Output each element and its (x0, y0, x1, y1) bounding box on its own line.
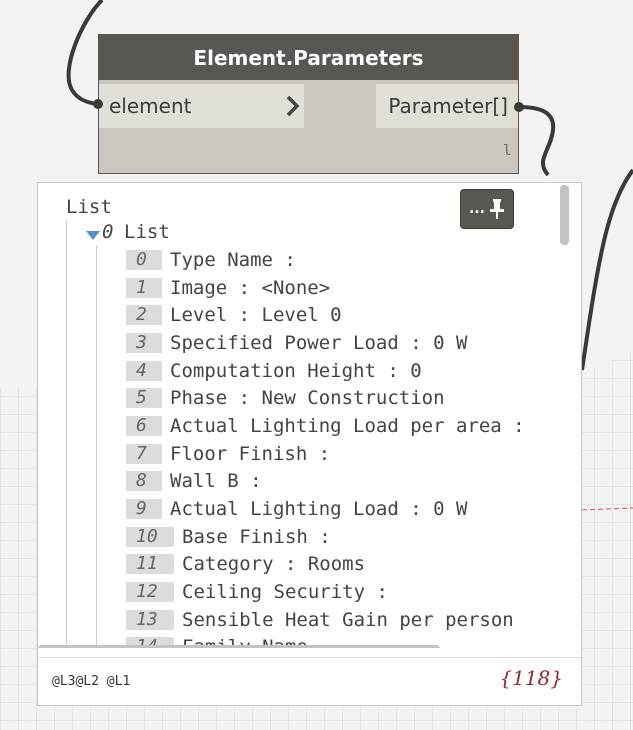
tree-guide-line (66, 221, 67, 648)
watch-preview-panel: List 0 List 0 Type Name : 1 Image : <Non… (37, 182, 582, 706)
item-index: 3 (126, 333, 162, 353)
list-item: 5 Phase : New Construction (126, 387, 445, 409)
list-item: 3 Specified Power Load : 0 W (126, 332, 467, 354)
item-value: Specified Power Load : 0 W (170, 332, 468, 354)
expand-triangle-icon[interactable] (86, 231, 100, 241)
item-index: 10 (126, 527, 174, 547)
floor-grid-left (0, 386, 40, 730)
item-value: Ceiling Security : (182, 581, 388, 603)
item-index: 11 (126, 554, 174, 574)
item-index: 0 (126, 250, 162, 270)
root-list-label: List (66, 196, 112, 218)
item-value: Image : <None> (170, 277, 331, 299)
lacing-indicator[interactable]: l (503, 143, 511, 159)
item-value: Actual Lighting Load : 0 W (170, 498, 468, 520)
pin-button-dots: ... (469, 201, 485, 217)
item-index: 5 (126, 388, 162, 408)
item-index: 9 (126, 499, 162, 519)
list-item: 6 Actual Lighting Load per area : (126, 415, 525, 437)
list-levels[interactable]: @L3@L2 @L1 (52, 674, 130, 689)
list-item: 7 Floor Finish : (126, 443, 330, 465)
list-item: 2 Level : Level 0 (126, 304, 342, 326)
item-value: Sensible Heat Gain per person (182, 609, 514, 631)
node-title[interactable]: Element.Parameters (99, 35, 518, 80)
floor-grid-right (582, 352, 633, 730)
list-item: 12 Ceiling Security : (126, 581, 388, 603)
item-value: Level : Level 0 (170, 304, 342, 326)
list-item: 1 Image : <None> (126, 277, 330, 299)
sublist-index: 0 (102, 221, 114, 243)
item-value: Base Finish : (182, 526, 331, 548)
item-index: 8 (126, 471, 162, 491)
item-value: Type Name : (170, 249, 296, 271)
item-index: 2 (126, 305, 162, 325)
list-item: 0 Type Name : (126, 249, 296, 271)
item-index: 13 (126, 610, 174, 630)
item-value: Phase : New Construction (170, 387, 445, 409)
list-item: 13 Sensible Heat Gain per person (126, 609, 514, 631)
tree-guide-line (96, 245, 97, 648)
horizontal-scrollbar[interactable] (38, 645, 440, 648)
vertical-scrollbar[interactable] (560, 185, 569, 245)
input-port-element[interactable]: element (99, 84, 304, 128)
list-item: 8 Wall B : (126, 470, 262, 492)
floor-grid-bottom (0, 706, 633, 730)
sublist-label: List (124, 221, 170, 243)
element-parameters-node[interactable]: Element.Parameters element Parameter[] l (98, 34, 519, 174)
list-item: 4 Computation Height : 0 (126, 360, 422, 382)
item-index: 4 (126, 361, 162, 381)
pin-button[interactable]: ... (460, 189, 514, 229)
item-index: 7 (126, 444, 162, 464)
input-port-dot-icon[interactable] (92, 98, 104, 110)
pin-icon (489, 199, 504, 219)
item-value: Wall B : (170, 470, 262, 492)
item-value: Floor Finish : (170, 443, 331, 465)
watch-tree: List 0 List 0 Type Name : 1 Image : <Non… (38, 183, 581, 648)
item-value: Actual Lighting Load per area : (170, 415, 525, 437)
item-index: 12 (126, 582, 174, 602)
list-item: 9 Actual Lighting Load : 0 W (126, 498, 467, 520)
item-index: 1 (126, 278, 162, 298)
chevron-right-icon (286, 95, 300, 117)
item-value: Category : Rooms (182, 553, 366, 575)
item-value: Computation Height : 0 (170, 360, 422, 382)
item-count: {118} (499, 666, 563, 690)
watch-footer: @L3@L2 @L1 {118} (38, 657, 581, 705)
list-item: 10 Base Finish : (126, 526, 331, 548)
list-item: 11 Category : Rooms (126, 553, 365, 575)
output-port-dot-icon[interactable] (513, 101, 525, 113)
output-port-parameters[interactable]: Parameter[] (376, 84, 518, 128)
item-index: 6 (126, 416, 162, 436)
